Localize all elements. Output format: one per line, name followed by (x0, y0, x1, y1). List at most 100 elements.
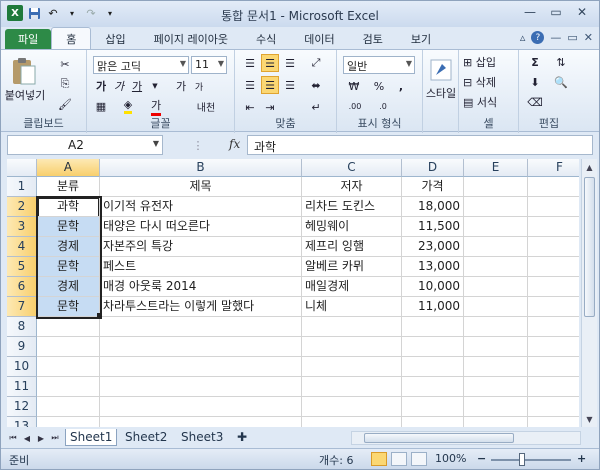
cell-B8[interactable] (100, 317, 302, 337)
grow-font-button[interactable]: 가 (173, 78, 189, 94)
wrap-text-icon[interactable]: ↵ (305, 98, 327, 116)
cell-E11[interactable] (464, 377, 528, 397)
font-size-dropdown[interactable]: 11 ▼ (191, 56, 227, 74)
cell-C7[interactable]: 니체 (302, 297, 402, 317)
select-all-corner[interactable] (7, 159, 37, 177)
paste-button[interactable]: 붙여넣기 (3, 88, 47, 102)
align-left-icon[interactable]: ☰ (241, 76, 259, 94)
cut-icon[interactable]: ✂ (57, 56, 73, 72)
decrease-decimal-icon[interactable]: .0 (371, 98, 395, 114)
cell-C10[interactable] (302, 357, 402, 377)
sheet-tab-2[interactable]: Sheet2 (121, 429, 171, 446)
last-sheet-icon[interactable]: ⏭ (49, 431, 61, 445)
cell-D5[interactable]: 13,000 (402, 257, 464, 277)
vertical-scrollbar[interactable]: ▲ ▼ (581, 159, 597, 427)
workbook-minimize-icon[interactable]: — (550, 31, 561, 44)
row-header[interactable]: 12 (7, 397, 37, 417)
cell-D2[interactable]: 18,000 (402, 197, 464, 217)
cell-F4[interactable] (528, 237, 579, 257)
normal-view-icon[interactable] (371, 452, 387, 466)
font-name-dropdown[interactable]: 맑은 고딕 ▼ (93, 56, 189, 74)
cell-F10[interactable] (528, 357, 579, 377)
cell-F13[interactable] (528, 417, 579, 427)
find-select-icon[interactable]: 🔍 (549, 74, 573, 90)
cell-E10[interactable] (464, 357, 528, 377)
tab-review[interactable]: 검토 (349, 29, 397, 49)
tab-page-layout[interactable]: 페이지 레이아웃 (140, 29, 242, 49)
minimize-button[interactable]: — (517, 3, 543, 21)
help-icon[interactable]: ? (531, 31, 545, 44)
cell-B3[interactable]: 태양은 다시 떠오른다 (100, 217, 302, 237)
tab-data[interactable]: 데이터 (290, 29, 348, 49)
cell-E8[interactable] (464, 317, 528, 337)
copy-icon[interactable]: ⎘ (57, 76, 73, 92)
row-header[interactable]: 9 (7, 337, 37, 357)
column-header-F[interactable]: F (528, 159, 579, 177)
cell-F11[interactable] (528, 377, 579, 397)
paste-icon[interactable] (9, 56, 39, 86)
cell-E12[interactable] (464, 397, 528, 417)
zoom-out-button[interactable]: − (477, 452, 486, 465)
font-color-button[interactable]: 가 (145, 98, 167, 116)
format-painter-icon[interactable]: 🖌 (57, 96, 73, 112)
cell-A1[interactable]: 분류 (37, 177, 100, 197)
cell-A10[interactable] (37, 357, 100, 377)
cell-F9[interactable] (528, 337, 579, 357)
cell-B12[interactable] (100, 397, 302, 417)
align-right-icon[interactable]: ☰ (281, 76, 299, 94)
cell-C2[interactable]: 리차드 도킨스 (302, 197, 402, 217)
row-header[interactable]: 3 (7, 217, 37, 237)
column-header-B[interactable]: B (100, 159, 302, 177)
underline-dropdown-icon[interactable]: ▼ (151, 78, 159, 94)
first-sheet-icon[interactable]: ⏮ (7, 431, 19, 445)
increase-indent-icon[interactable]: ⇥ (261, 98, 279, 116)
cell-B13[interactable] (100, 417, 302, 427)
horizontal-scrollbar[interactable] (351, 431, 581, 445)
cell-C9[interactable] (302, 337, 402, 357)
workbook-restore-icon[interactable]: ▭ (567, 31, 577, 44)
close-button[interactable]: ✕ (569, 3, 595, 21)
column-header-A[interactable]: A (37, 159, 100, 177)
cell-E1[interactable] (464, 177, 528, 197)
vertical-scroll-thumb[interactable] (584, 177, 595, 317)
decrease-indent-icon[interactable]: ⇤ (241, 98, 259, 116)
scroll-down-icon[interactable]: ▼ (582, 411, 597, 427)
cell-D10[interactable] (402, 357, 464, 377)
cell-C6[interactable]: 매일경제 (302, 277, 402, 297)
cell-D6[interactable]: 10,000 (402, 277, 464, 297)
insert-function-button[interactable]: fx (229, 137, 240, 151)
page-break-view-icon[interactable] (411, 452, 427, 466)
column-header-E[interactable]: E (464, 159, 528, 177)
phonetic-button[interactable]: 내천 (191, 98, 221, 114)
formula-input[interactable]: 과학 (247, 135, 593, 155)
row-header[interactable]: 2 (7, 197, 37, 217)
comma-style-button[interactable]: , (393, 78, 409, 94)
styles-button[interactable]: 스타일 (423, 86, 459, 100)
cell-E3[interactable] (464, 217, 528, 237)
tab-file[interactable]: 파일 (5, 29, 52, 49)
autosum-button[interactable]: Σ (525, 54, 545, 70)
cell-C3[interactable]: 헤밍웨이 (302, 217, 402, 237)
cell-D11[interactable] (402, 377, 464, 397)
row-header[interactable]: 13 (7, 417, 37, 427)
prev-sheet-icon[interactable]: ◀ (21, 431, 33, 445)
cell-F2[interactable] (528, 197, 579, 217)
cell-A5[interactable]: 문학 (37, 257, 100, 277)
fill-color-icon[interactable]: ◈ (117, 98, 139, 114)
cell-F5[interactable] (528, 257, 579, 277)
cell-B7[interactable]: 차라투스트라는 이렇게 말했다 (100, 297, 302, 317)
cell-B1[interactable]: 제목 (100, 177, 302, 197)
cell-B10[interactable] (100, 357, 302, 377)
cell-C8[interactable] (302, 317, 402, 337)
merge-center-icon[interactable]: ⬌ (305, 76, 327, 94)
column-header-D[interactable]: D (402, 159, 464, 177)
cell-A13[interactable] (37, 417, 100, 427)
cell-F1[interactable] (528, 177, 579, 197)
row-header[interactable]: 7 (7, 297, 37, 317)
cell-F8[interactable] (528, 317, 579, 337)
align-middle-icon[interactable]: ☰ (261, 54, 279, 72)
minimize-ribbon-icon[interactable]: ▵ (520, 31, 526, 44)
cell-A6[interactable]: 경제 (37, 277, 100, 297)
workbook-close-icon[interactable]: ✕ (584, 31, 593, 44)
row-header[interactable]: 8 (7, 317, 37, 337)
